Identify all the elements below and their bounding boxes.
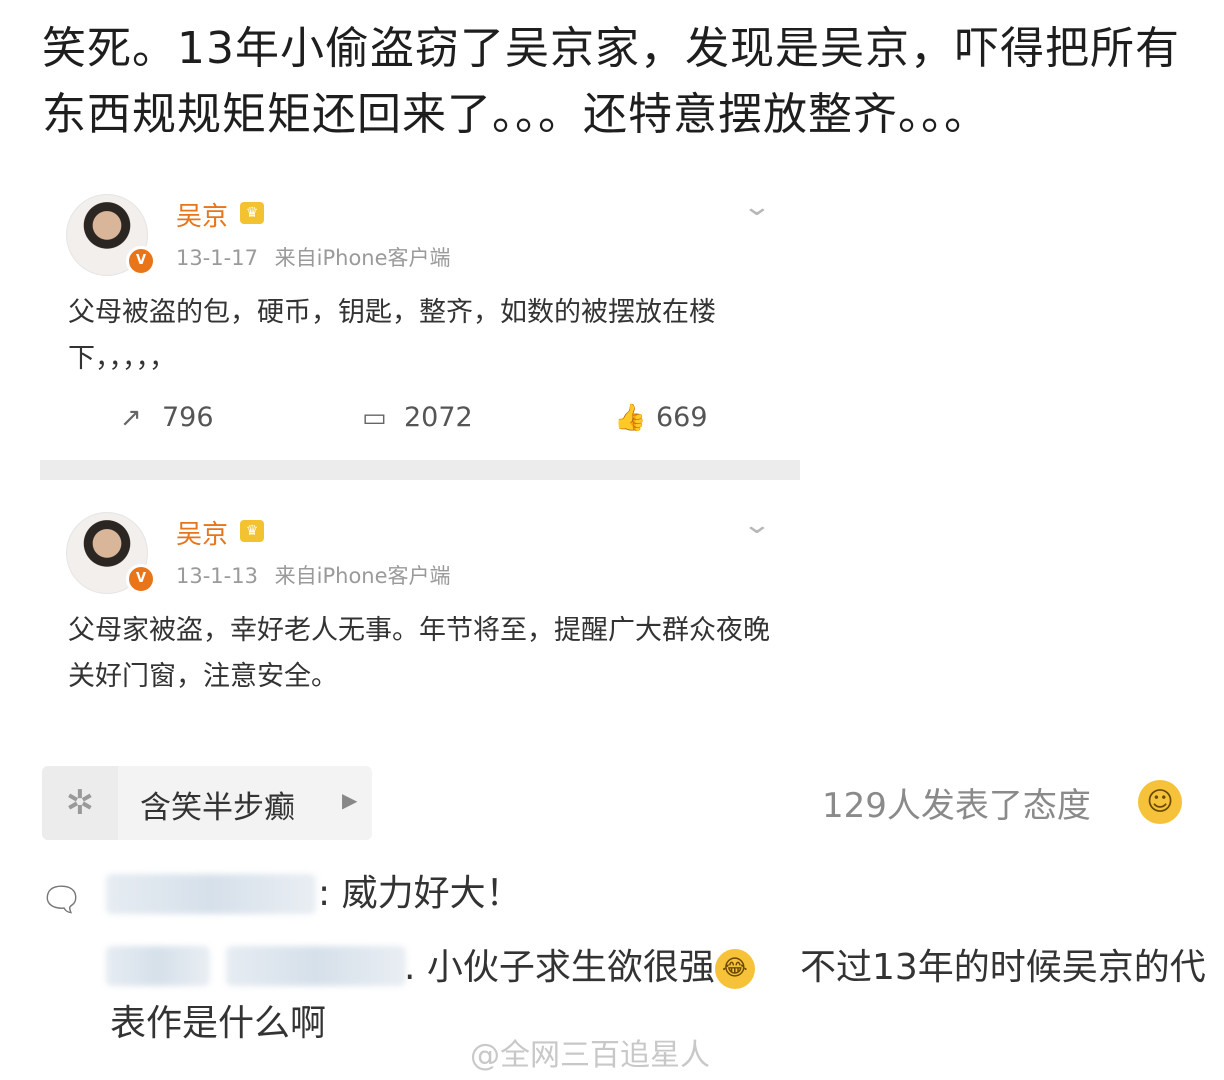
topic-icon: ✲ xyxy=(42,766,118,840)
watermark: @全网三百追星人 xyxy=(470,1038,710,1073)
like-count: 669 xyxy=(656,402,708,433)
chevron-down-icon[interactable]: ⌄ xyxy=(742,510,773,540)
like-button[interactable]: 👍 669 xyxy=(614,402,708,433)
post-source: 来自iPhone客户端 xyxy=(274,246,451,270)
repost-icon: ↗ xyxy=(120,403,142,433)
repost-count: 796 xyxy=(162,402,214,433)
reply-text: : 威力好大！ xyxy=(318,873,522,914)
blurred-username xyxy=(106,874,316,914)
comment-icon: ▭ xyxy=(362,403,387,433)
topic-chip[interactable]: ✲ 含笑半步癫 ▶ xyxy=(42,766,372,840)
post-meta: 13-1-13 来自iPhone客户端 xyxy=(176,560,451,590)
topic-label: 含笑半步癫 xyxy=(140,790,295,826)
post-source: 来自iPhone客户端 xyxy=(274,564,451,588)
caption: 笑死。13年小偷盗窃了吴京家，发现是吴京，吓得把所有东西规规矩矩还回来了。。。还… xyxy=(42,23,1180,140)
post-text: 父母被盗的包，硬币，钥匙，整齐，如数的被摆放在楼下，，，，， xyxy=(68,297,716,374)
divider xyxy=(40,460,800,480)
chevron-down-icon[interactable]: ⌄ xyxy=(742,192,773,222)
verified-badge-icon: V xyxy=(126,564,156,594)
post-meta: 13-1-17 来自iPhone客户端 xyxy=(176,242,451,272)
crown-icon: ♛ xyxy=(240,202,264,224)
thumbs-up-icon: 👍 xyxy=(614,403,647,433)
chevron-right-icon: ▶ xyxy=(342,788,358,812)
post-actions: ↗ 796 ▭ 2072 👍 669 xyxy=(40,402,800,442)
post-username[interactable]: 吴京 xyxy=(176,514,228,551)
smiley-icon[interactable]: ☺ xyxy=(1138,780,1182,824)
repost-button[interactable]: ↗ 796 xyxy=(120,402,214,433)
comment-count: 2072 xyxy=(404,402,473,433)
post-time: 13-1-13 xyxy=(176,564,258,588)
embedded-weibo-screenshot: V 吴京 ♛ 13-1-17 来自iPhone客户端 ⌄ 父母被盗的包，硬币，钥… xyxy=(40,170,800,732)
verified-badge-icon: V xyxy=(126,246,156,276)
post-username[interactable]: 吴京 xyxy=(176,196,228,233)
post-time: 13-1-17 xyxy=(176,246,258,270)
comment-button[interactable]: ▭ 2072 xyxy=(362,402,473,433)
post-text: 父母家被盗，幸好老人无事。年节将至，提醒广大群众夜晚关好门窗，注意安全。 xyxy=(68,615,770,692)
crown-icon: ♛ xyxy=(240,520,264,542)
attitude-count[interactable]: 129人发表了态度 xyxy=(822,778,1091,827)
comment-icon[interactable]: 🗨 xyxy=(40,880,83,920)
